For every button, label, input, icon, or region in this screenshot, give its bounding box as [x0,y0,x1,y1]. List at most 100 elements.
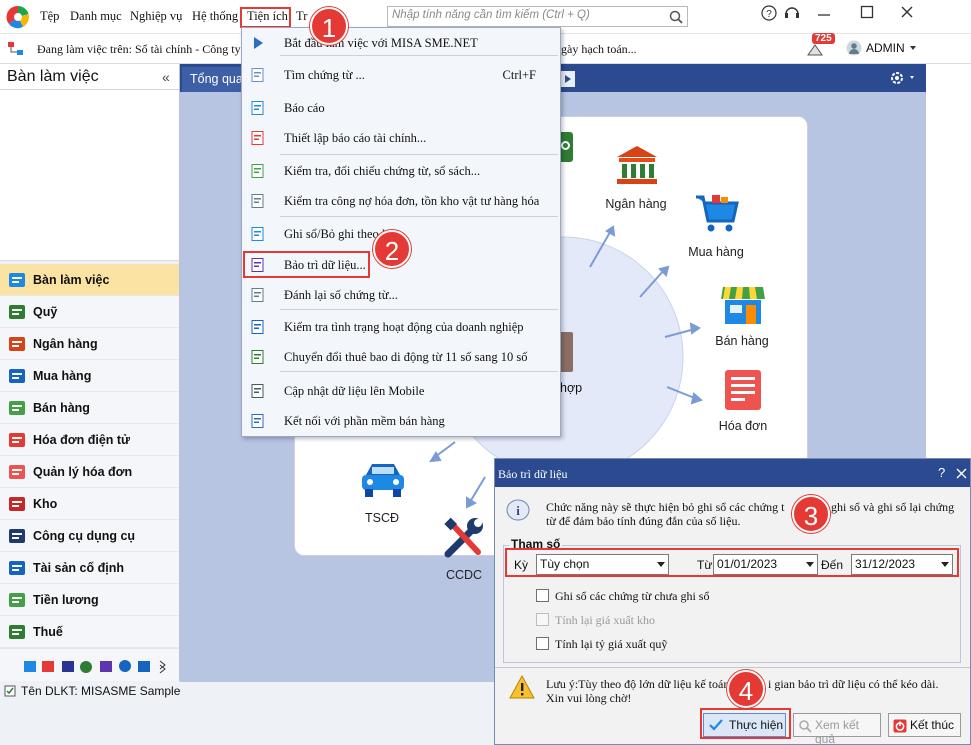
check-document-icon [250,163,266,179]
recalc-fx-rate-label[interactable]: Tính lại tỷ giá xuất quỹ [555,637,667,652]
tools-module-icon[interactable] [442,516,486,560]
menu-separator [280,216,558,217]
step-badge-4: 4 [727,670,765,708]
user-avatar-icon[interactable] [846,40,862,56]
dialog-help-icon[interactable]: ? [938,465,945,480]
menu-file[interactable]: Tệp [40,9,59,24]
accounting-date-link[interactable]: gày hạch toán... [561,42,637,57]
view-result-button[interactable]: Xem kết quả [793,713,881,745]
highlight-data-maintenance [243,251,370,278]
sidebar-item-shopping-cart[interactable]: Mua hàng [0,360,179,392]
feature-search-input[interactable]: Nhập tính năng cần tìm kiếm (Ctrl + Q) [387,6,688,27]
fixed-asset-icon [7,558,27,578]
tab-scroll-right-icon[interactable] [561,71,575,87]
menu-item-label: Kiểm tra, đối chiếu chứng từ, sổ sách... [284,164,481,178]
salary-icon [7,590,27,610]
invoice-management-icon [7,462,27,482]
app-logo [6,5,30,29]
menu-item-magnifier[interactable]: Tìm chứng từ ... Ctrl+F [242,62,560,89]
menu-operations[interactable]: Nghiệp vụ [130,9,182,24]
maximize-icon[interactable] [860,5,874,19]
sidebar-item-label: Quản lý hóa đơn [33,464,133,479]
exit-icon [893,719,907,733]
sidebar-item-warehouse[interactable]: Kho [0,488,179,520]
menu-item-connect-sales[interactable]: Kết nối với phần mềm bán hàng [242,408,560,435]
sidebar-item-e-invoice[interactable]: Hóa đơn điện tử [0,424,179,456]
database-check-icon [4,685,16,697]
menu-item-renumber[interactable]: Đánh lại số chứng từ... [242,282,560,309]
search-icon[interactable] [669,10,683,24]
summary-module-label[interactable]: hợp [560,381,582,395]
collapse-sidebar-icon[interactable]: « [162,69,170,85]
invoice-module-label[interactable]: Hóa đơn [693,419,793,433]
dialog-note-line1b: i gian bảo trì dữ liệu có thể kéo dài. [768,677,939,691]
batch-post-icon [250,226,266,242]
recalc-cost-checkbox[interactable] [536,613,549,626]
dialog-info-line1b: ghi sổ và ghi sổ lại chứng [831,500,955,514]
dialog-close-icon[interactable] [956,468,967,479]
store-icon [7,398,27,418]
menu-item-mobile-update[interactable]: Cập nhật dữ liệu lên Mobile [242,378,560,405]
menu-item-report[interactable]: Báo cáo [242,95,560,122]
sidebar-item-tax[interactable]: Thuế [0,616,179,648]
sidebar-item-cash[interactable]: Quỹ [0,296,179,328]
purchase-module-label[interactable]: Mua hàng [666,245,766,259]
sidebar-item-salary[interactable]: Tiền lương [0,584,179,616]
menu-categories[interactable]: Danh mục [70,9,122,24]
menu-separator [280,371,558,372]
settings-gear-icon[interactable] [888,69,918,87]
menu-item-play[interactable]: Bắt đầu làm việc với MISA SME.NET [242,30,560,57]
view-result-button-label: Xem kết quả [815,718,860,745]
menu-item-business-status[interactable]: Kiểm tra tình trạng hoạt động của doanh … [242,314,560,341]
finish-button[interactable]: Kết thúc [888,713,961,737]
sidebar-item-label: Công cụ dụng cụ [33,528,136,543]
fixed-asset-module-icon[interactable] [360,461,406,499]
sidebar-item-label: Quỹ [33,304,58,319]
sidebar-item-tools[interactable]: Công cụ dụng cụ [0,520,179,552]
sidebar-item-bank[interactable]: Ngân hàng [0,328,179,360]
renumber-icon [250,287,266,303]
magnifier-icon [250,67,266,83]
svg-text:i: i [516,503,520,518]
shortcut-icons[interactable] [22,658,172,674]
bank-module-label[interactable]: Ngân hàng [586,197,686,211]
menu-item-label: Tìm chứng từ ... [284,68,365,82]
sidebar-item-label: Ngân hàng [33,336,98,351]
support-headset-icon[interactable] [783,5,801,21]
finish-button-label: Kết thúc [910,718,955,732]
dialog-note-line1a: Lưu ý:Tùy theo độ lớn dữ liệu kế toán [546,677,730,691]
sidebar-item-store[interactable]: Bán hàng [0,392,179,424]
bank-module-icon[interactable] [614,143,660,187]
minimize-icon[interactable] [817,7,831,21]
sidebar-title: Bàn làm việc [7,68,99,85]
user-menu-chevron-icon[interactable] [910,46,916,50]
purchase-module-icon[interactable] [694,193,740,235]
search-placeholder: Nhập tính năng cần tìm kiếm (Ctrl + Q) [392,9,590,21]
menu-item-report-setup[interactable]: Thiết lập báo cáo tài chính... [242,125,560,152]
bank-icon [7,334,27,354]
user-name[interactable]: ADMIN [866,41,905,55]
invoice-module-icon[interactable] [722,368,764,412]
help-icon[interactable]: ? [761,5,777,21]
menu-separator [280,309,558,310]
menu-item-clipboard-check[interactable]: Kiểm tra công nợ hóa đơn, tồn kho vật tư… [242,188,560,215]
highlight-parameters [505,548,959,577]
notification-icon[interactable] [806,42,824,58]
sales-module-label[interactable]: Bán hàng [692,334,792,348]
sidebar-item-dashboard[interactable]: Bàn làm việc [0,264,179,296]
menu-item-label: Kết nối với phần mềm bán hàng [284,414,445,428]
menu-more[interactable]: Tr [296,9,307,24]
warning-icon [509,675,535,699]
fixed-asset-module-label[interactable]: TSCĐ [332,511,432,525]
menu-item-mobile-convert[interactable]: Chuyển đổi thuê bao di động từ 11 số san… [242,344,560,371]
sales-module-icon[interactable] [720,283,766,327]
recalc-fx-rate-checkbox[interactable] [536,637,549,650]
sidebar-item-label: Tài sản cố định [33,560,124,575]
sidebar-item-invoice-management[interactable]: Quản lý hóa đơn [0,456,179,488]
sidebar-item-fixed-asset[interactable]: Tài sản cố định [0,552,179,584]
post-unposted-checkbox[interactable] [536,589,549,602]
post-unposted-label[interactable]: Ghi sổ các chứng từ chưa ghi sổ [555,589,709,604]
close-icon[interactable] [900,5,914,19]
menu-item-check-document[interactable]: Kiểm tra, đối chiếu chứng từ, sổ sách... [242,158,560,185]
menu-system[interactable]: Hệ thống [192,9,238,24]
